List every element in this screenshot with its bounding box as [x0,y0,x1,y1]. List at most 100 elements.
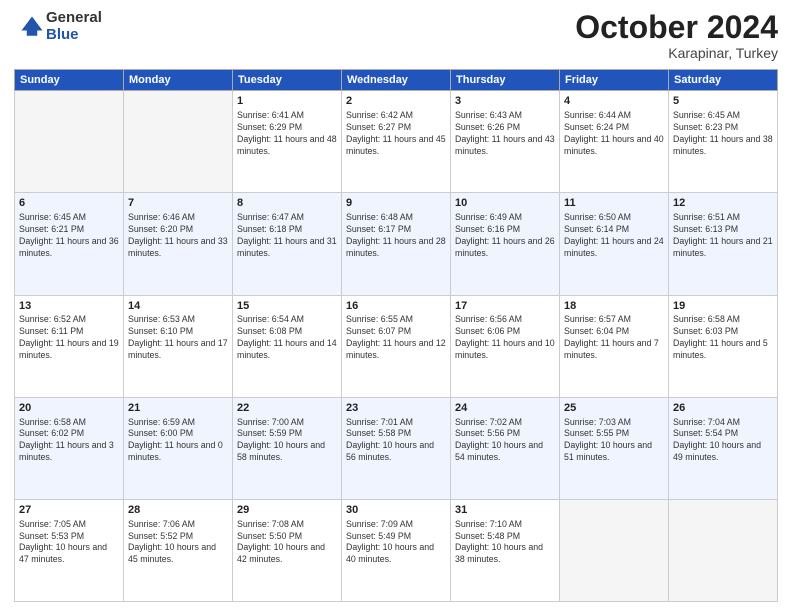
header-sunday: Sunday [15,70,124,91]
table-row: 13Sunrise: 6:52 AMSunset: 6:11 PMDayligh… [15,295,124,397]
table-row: 24Sunrise: 7:02 AMSunset: 5:56 PMDayligh… [451,397,560,499]
table-row: 16Sunrise: 6:55 AMSunset: 6:07 PMDayligh… [342,295,451,397]
day-info: Sunrise: 6:45 AMSunset: 6:21 PMDaylight:… [19,212,119,260]
table-row: 7Sunrise: 6:46 AMSunset: 6:20 PMDaylight… [124,193,233,295]
table-row: 9Sunrise: 6:48 AMSunset: 6:17 PMDaylight… [342,193,451,295]
day-info: Sunrise: 6:41 AMSunset: 6:29 PMDaylight:… [237,110,337,158]
day-info: Sunrise: 6:51 AMSunset: 6:13 PMDaylight:… [673,212,773,260]
day-number: 13 [19,299,119,314]
day-number: 4 [564,94,664,109]
day-number: 28 [128,503,228,518]
day-info: Sunrise: 6:53 AMSunset: 6:10 PMDaylight:… [128,314,228,362]
table-row: 18Sunrise: 6:57 AMSunset: 6:04 PMDayligh… [560,295,669,397]
table-row: 17Sunrise: 6:56 AMSunset: 6:06 PMDayligh… [451,295,560,397]
day-number: 8 [237,196,337,211]
day-number: 23 [346,401,446,416]
day-number: 16 [346,299,446,314]
day-number: 20 [19,401,119,416]
day-number: 9 [346,196,446,211]
day-info: Sunrise: 6:52 AMSunset: 6:11 PMDaylight:… [19,314,119,362]
day-number: 11 [564,196,664,211]
table-row [560,499,669,601]
table-row: 2Sunrise: 6:42 AMSunset: 6:27 PMDaylight… [342,91,451,193]
day-number: 19 [673,299,773,314]
day-number: 25 [564,401,664,416]
table-row: 30Sunrise: 7:09 AMSunset: 5:49 PMDayligh… [342,499,451,601]
day-info: Sunrise: 6:50 AMSunset: 6:14 PMDaylight:… [564,212,664,260]
table-row: 10Sunrise: 6:49 AMSunset: 6:16 PMDayligh… [451,193,560,295]
calendar-week-row: 1Sunrise: 6:41 AMSunset: 6:29 PMDaylight… [15,91,778,193]
day-number: 5 [673,94,773,109]
header-tuesday: Tuesday [233,70,342,91]
table-row: 25Sunrise: 7:03 AMSunset: 5:55 PMDayligh… [560,397,669,499]
header-saturday: Saturday [669,70,778,91]
day-info: Sunrise: 6:58 AMSunset: 6:02 PMDaylight:… [19,417,119,465]
table-row: 12Sunrise: 6:51 AMSunset: 6:13 PMDayligh… [669,193,778,295]
logo-general-label: General [46,10,102,27]
logo-icon [18,13,46,41]
calendar-week-row: 27Sunrise: 7:05 AMSunset: 5:53 PMDayligh… [15,499,778,601]
header-monday: Monday [124,70,233,91]
day-number: 31 [455,503,555,518]
header-wednesday: Wednesday [342,70,451,91]
day-info: Sunrise: 6:42 AMSunset: 6:27 PMDaylight:… [346,110,446,158]
day-info: Sunrise: 7:08 AMSunset: 5:50 PMDaylight:… [237,519,337,567]
day-info: Sunrise: 6:55 AMSunset: 6:07 PMDaylight:… [346,314,446,362]
day-number: 10 [455,196,555,211]
table-row: 1Sunrise: 6:41 AMSunset: 6:29 PMDaylight… [233,91,342,193]
header-friday: Friday [560,70,669,91]
day-number: 3 [455,94,555,109]
table-row: 3Sunrise: 6:43 AMSunset: 6:26 PMDaylight… [451,91,560,193]
logo-blue-label: Blue [46,27,102,44]
day-number: 22 [237,401,337,416]
day-info: Sunrise: 6:46 AMSunset: 6:20 PMDaylight:… [128,212,228,260]
table-row [669,499,778,601]
day-info: Sunrise: 7:03 AMSunset: 5:55 PMDaylight:… [564,417,664,465]
table-row: 28Sunrise: 7:06 AMSunset: 5:52 PMDayligh… [124,499,233,601]
day-number: 17 [455,299,555,314]
days-header-row: Sunday Monday Tuesday Wednesday Thursday… [15,70,778,91]
day-info: Sunrise: 6:43 AMSunset: 6:26 PMDaylight:… [455,110,555,158]
day-number: 2 [346,94,446,109]
day-info: Sunrise: 6:45 AMSunset: 6:23 PMDaylight:… [673,110,773,158]
table-row: 14Sunrise: 6:53 AMSunset: 6:10 PMDayligh… [124,295,233,397]
day-info: Sunrise: 6:47 AMSunset: 6:18 PMDaylight:… [237,212,337,260]
day-number: 7 [128,196,228,211]
table-row: 23Sunrise: 7:01 AMSunset: 5:58 PMDayligh… [342,397,451,499]
table-row: 22Sunrise: 7:00 AMSunset: 5:59 PMDayligh… [233,397,342,499]
day-number: 6 [19,196,119,211]
logo: General Blue [14,10,102,43]
day-info: Sunrise: 7:05 AMSunset: 5:53 PMDaylight:… [19,519,119,567]
table-row: 21Sunrise: 6:59 AMSunset: 6:00 PMDayligh… [124,397,233,499]
page: General Blue October 2024 Karapinar, Tur… [0,0,792,612]
header: General Blue October 2024 Karapinar, Tur… [14,10,778,61]
day-info: Sunrise: 6:59 AMSunset: 6:00 PMDaylight:… [128,417,228,465]
day-number: 26 [673,401,773,416]
day-info: Sunrise: 6:57 AMSunset: 6:04 PMDaylight:… [564,314,664,362]
day-number: 24 [455,401,555,416]
table-row: 20Sunrise: 6:58 AMSunset: 6:02 PMDayligh… [15,397,124,499]
day-number: 30 [346,503,446,518]
table-row: 19Sunrise: 6:58 AMSunset: 6:03 PMDayligh… [669,295,778,397]
table-row: 15Sunrise: 6:54 AMSunset: 6:08 PMDayligh… [233,295,342,397]
calendar-week-row: 6Sunrise: 6:45 AMSunset: 6:21 PMDaylight… [15,193,778,295]
day-number: 18 [564,299,664,314]
logo-text: General Blue [46,10,102,43]
day-info: Sunrise: 7:06 AMSunset: 5:52 PMDaylight:… [128,519,228,567]
day-info: Sunrise: 7:04 AMSunset: 5:54 PMDaylight:… [673,417,773,465]
day-number: 27 [19,503,119,518]
day-info: Sunrise: 6:48 AMSunset: 6:17 PMDaylight:… [346,212,446,260]
day-info: Sunrise: 7:02 AMSunset: 5:56 PMDaylight:… [455,417,555,465]
table-row [124,91,233,193]
day-number: 29 [237,503,337,518]
table-row: 26Sunrise: 7:04 AMSunset: 5:54 PMDayligh… [669,397,778,499]
calendar: Sunday Monday Tuesday Wednesday Thursday… [14,69,778,602]
day-number: 14 [128,299,228,314]
table-row: 6Sunrise: 6:45 AMSunset: 6:21 PMDaylight… [15,193,124,295]
table-row: 8Sunrise: 6:47 AMSunset: 6:18 PMDaylight… [233,193,342,295]
day-number: 15 [237,299,337,314]
calendar-week-row: 13Sunrise: 6:52 AMSunset: 6:11 PMDayligh… [15,295,778,397]
month-title: October 2024 [575,10,778,45]
table-row: 29Sunrise: 7:08 AMSunset: 5:50 PMDayligh… [233,499,342,601]
table-row [15,91,124,193]
